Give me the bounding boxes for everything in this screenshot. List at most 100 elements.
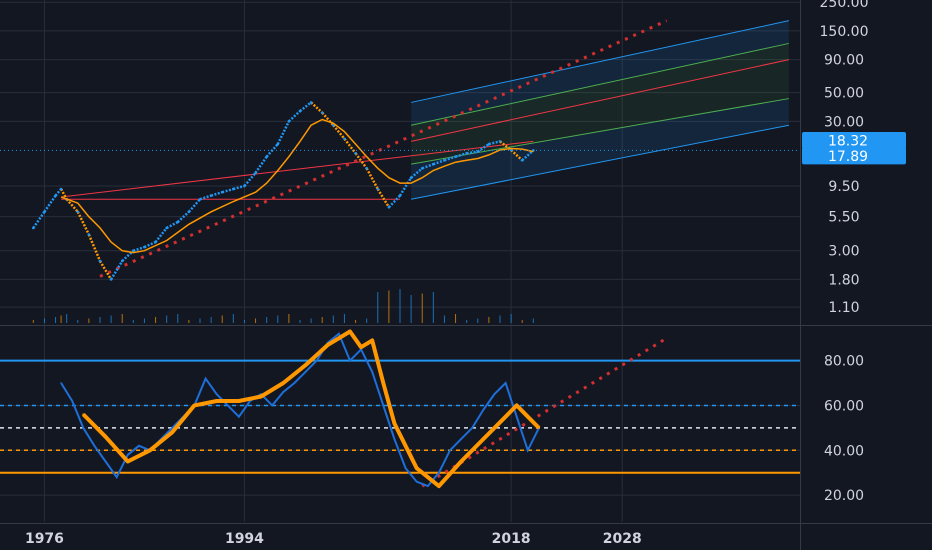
price-segment	[199, 194, 212, 201]
price-point	[343, 137, 346, 141]
oscillator-point	[493, 393, 496, 396]
oscillator-point	[449, 449, 451, 452]
price-segment	[132, 245, 145, 252]
oscillator-point	[126, 453, 129, 456]
oscillator-ma-point	[326, 343, 329, 346]
volume-bar	[266, 317, 268, 323]
osc-tick-label: 20.00	[824, 488, 864, 504]
volume-bar	[43, 318, 45, 323]
oscillator-point	[304, 371, 307, 373]
oscillator-ma-point	[260, 395, 263, 398]
price-point	[187, 210, 191, 214]
oscillator-point	[471, 427, 474, 429]
oscillator-ma-point	[504, 415, 507, 418]
oscillator-point	[171, 427, 174, 429]
price-point	[398, 194, 402, 197]
volume-bar	[366, 318, 368, 323]
price-point	[209, 194, 213, 197]
price-point	[98, 259, 102, 263]
volume-bar	[60, 315, 62, 323]
x-tick-label: 2018	[492, 531, 531, 547]
price-tick-label: 1.10	[828, 300, 859, 316]
oscillator-ma-point	[437, 485, 440, 488]
oscillator-point	[60, 382, 62, 384]
price-tick-label: 250.00	[820, 0, 869, 11]
price-segment	[387, 194, 401, 209]
oscillator-ma-point	[237, 399, 240, 402]
price-tick-label: 5.50	[828, 210, 859, 226]
price-point	[43, 210, 46, 214]
price-tick-label: 150.00	[820, 24, 869, 40]
osc-tick-label: 40.00	[824, 443, 864, 459]
volume-bar	[199, 318, 201, 323]
price-point	[420, 167, 424, 170]
oscillator-point	[393, 438, 396, 440]
volume-bar	[66, 314, 68, 323]
oscillator-ma-point	[171, 431, 174, 434]
price-point	[287, 120, 291, 123]
price-point	[254, 171, 257, 175]
price-point	[454, 155, 457, 158]
oscillator-point	[238, 415, 240, 418]
volume-bar	[32, 320, 34, 323]
oscillator-ma-point	[349, 330, 351, 333]
price-segment	[32, 211, 46, 229]
volume-bar	[155, 317, 157, 323]
price-point	[409, 176, 413, 180]
volume-bar	[377, 292, 379, 323]
price-segment	[43, 194, 57, 213]
volume-bar	[521, 320, 523, 323]
x-tick-label: 2028	[603, 531, 642, 547]
volume-bar	[466, 320, 468, 323]
volume-bar	[132, 320, 134, 323]
volume-bar	[355, 320, 357, 323]
volume-bar	[166, 315, 168, 323]
price-badge-label: 18.32	[828, 134, 868, 150]
price-point	[432, 162, 435, 166]
oscillator-point	[315, 359, 318, 362]
oscillator-ma-point	[460, 460, 463, 463]
oscillator-point	[371, 371, 374, 373]
price-point	[498, 140, 502, 143]
oscillator-point	[71, 400, 74, 402]
price-point	[309, 101, 313, 104]
oscillator-ma-point	[526, 415, 529, 418]
price-tick-label: 50.00	[824, 86, 864, 102]
price-point	[276, 142, 280, 146]
oscillator-point	[338, 332, 340, 335]
oscillator-point	[215, 393, 218, 396]
price-segment	[221, 187, 234, 194]
volume-bar	[277, 315, 279, 323]
price-segment	[187, 198, 201, 213]
chart-svg: 250.00 150.00 90.00 50.00 30.00 9.50 5.50 3.00 1…	[0, 0, 932, 550]
price-point	[76, 210, 80, 214]
oscillator-point	[93, 444, 96, 447]
price-point	[320, 111, 324, 114]
price-point	[387, 205, 391, 209]
oscillator-ma-point	[393, 422, 396, 425]
oscillator-ma-point	[149, 449, 151, 452]
price-point	[298, 109, 302, 113]
price-point	[243, 184, 246, 188]
price-point	[376, 187, 380, 191]
volume-bar	[310, 318, 312, 323]
price-point	[365, 167, 368, 170]
x-tick-label: 1994	[225, 531, 264, 547]
volume-bar	[432, 292, 434, 323]
oscillator-ma-point	[382, 382, 385, 385]
volume-bar	[99, 317, 101, 323]
oscillator-ma-point	[371, 339, 374, 342]
price-point	[54, 194, 57, 197]
price-segment	[87, 234, 102, 262]
price-tick-label: 90.00	[824, 53, 864, 69]
price-point	[520, 158, 524, 162]
oscillator-point	[526, 449, 529, 452]
oscillator-ma-point	[360, 346, 363, 349]
volume-bar	[188, 320, 190, 323]
volume-bar	[299, 320, 301, 323]
oscillator-point	[82, 427, 85, 429]
price-point	[354, 151, 357, 155]
price-segment	[110, 260, 124, 281]
oscillator-point	[426, 485, 429, 487]
volume-bar	[399, 289, 401, 323]
